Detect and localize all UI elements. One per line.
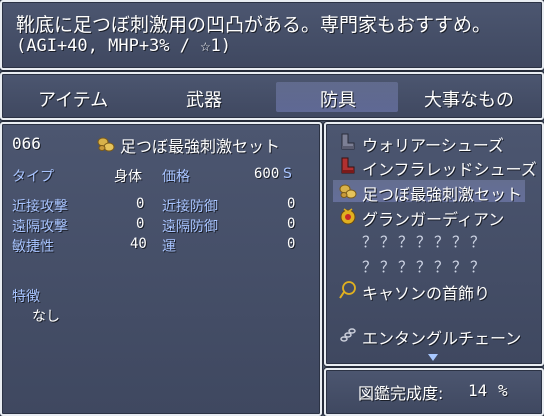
list-item[interactable]: ウォリアーシューズ bbox=[362, 132, 504, 156]
features-label: 特徴 bbox=[12, 289, 40, 305]
list-item[interactable]: キャソンの首飾り bbox=[362, 280, 490, 304]
tab-weapons[interactable]: 武器 bbox=[186, 86, 222, 112]
stat-label: 近接防御 bbox=[162, 199, 218, 215]
red-boots-icon bbox=[341, 157, 355, 174]
item-description: 靴底に足つぼ刺激用の凹凸がある。専門家もおすすめ。 bbox=[16, 14, 492, 36]
price-label: 価格 bbox=[162, 169, 190, 185]
features-value: なし bbox=[32, 309, 60, 325]
item-name: 足つぼ最強刺激セット bbox=[120, 137, 281, 156]
stat-value: 40 bbox=[130, 236, 147, 252]
list-item[interactable]: インフラレッドシューズ bbox=[362, 156, 537, 180]
stat-value: 0 bbox=[287, 216, 296, 232]
pebbles-icon bbox=[97, 137, 115, 152]
tab-key-items[interactable]: 大事なもの bbox=[424, 86, 514, 112]
list-item[interactable]: エンタングルチェーン bbox=[362, 325, 521, 349]
stat-label: 運 bbox=[162, 239, 176, 255]
list-item-selected[interactable]: 足つぼ最強刺激セット bbox=[362, 181, 522, 205]
pebbles-icon bbox=[339, 184, 357, 199]
list-item-unknown[interactable]: ？？？？？？？ bbox=[362, 231, 488, 252]
stat-value: 0 bbox=[136, 216, 145, 232]
item-number: 066 bbox=[12, 134, 41, 153]
stat-label: 近接攻撃 bbox=[12, 199, 68, 215]
list-item-unknown[interactable]: ？？？？？？？ bbox=[362, 256, 488, 277]
stat-value: 0 bbox=[287, 236, 296, 252]
list-item[interactable]: グランガーディアン bbox=[362, 206, 504, 230]
tab-armor[interactable]: 防具 bbox=[320, 86, 356, 112]
completion-unit: % bbox=[498, 381, 508, 400]
stat-value: 0 bbox=[287, 196, 296, 212]
price-value: 600 bbox=[254, 166, 280, 182]
completion-value: 14 bbox=[468, 381, 488, 400]
boots-icon bbox=[341, 133, 355, 150]
type-label: タイプ bbox=[12, 169, 54, 185]
stat-value: 0 bbox=[136, 196, 145, 212]
stat-label: 遠隔攻撃 bbox=[12, 219, 68, 235]
amulet-icon bbox=[340, 208, 356, 225]
stat-label: 敏捷性 bbox=[12, 239, 54, 255]
necklace-icon bbox=[339, 281, 356, 299]
price-unit: S bbox=[283, 166, 292, 182]
stat-label: 遠隔防御 bbox=[162, 219, 218, 235]
completion-label: 図鑑完成度: bbox=[358, 384, 444, 403]
type-value: 身体 bbox=[114, 169, 142, 185]
scroll-down-arrow-icon[interactable] bbox=[428, 354, 438, 361]
item-effect: (AGI+40, MHP+3% / ☆1) bbox=[16, 36, 231, 56]
tab-items[interactable]: アイテム bbox=[38, 86, 108, 112]
chain-icon bbox=[340, 328, 356, 342]
